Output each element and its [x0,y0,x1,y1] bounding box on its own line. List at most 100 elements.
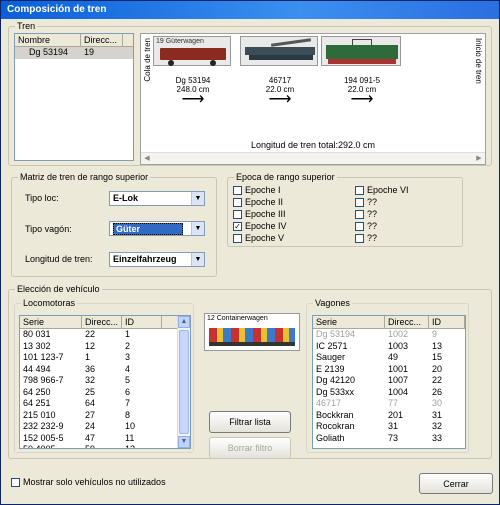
scroll-down-icon[interactable]: ▼ [178,436,190,448]
checkbox-epoche-vi[interactable]: Epoche VI [355,185,409,195]
col-id[interactable]: ID [122,316,162,328]
tipo-vagon-select[interactable]: Güter ▼ [109,221,205,236]
table-cell: 13 302 [23,340,51,351]
table-cell: 24 [85,421,96,431]
col-direcc[interactable]: Direcc... [82,316,122,328]
table-cell: 73 [388,432,399,443]
table-cell: 9 [432,329,438,339]
table-cell: 22 [432,375,443,385]
table-cell: 44 494 [23,363,51,374]
table-row[interactable]: 44 494 36 4 [20,364,190,376]
table-cell: 1004 [388,386,409,397]
table-row[interactable]: 64 250 25 6 [20,387,190,399]
table-cell: 3 [125,352,131,362]
train-car[interactable]: 194 091-5 22.0 cm ⟶ [321,36,403,108]
table-cell: 1007 [388,375,409,385]
checkbox-epoche-ii[interactable]: Epoche II [233,197,283,207]
checkbox-epoche-iii[interactable]: Epoche III [233,209,286,219]
table-row[interactable]: 101 123-7 1 3 [20,352,190,364]
table-cell: 1001 [388,363,409,374]
table-cell: 30 [432,398,443,408]
table-cell: Dg 533xx [316,386,355,397]
freight-car-image: 19 Güterwagen [153,36,231,66]
table-row[interactable]: Dg 533xx 1004 26 [313,387,465,399]
table-cell: Rocokran [316,421,355,431]
table-row[interactable]: 232 232-9 24 10 [20,421,190,433]
col-direcc[interactable]: Direcc... [385,316,429,328]
table-row[interactable]: 50 4005 59 12 [20,444,190,449]
table-cell: 12 [85,340,96,351]
table-cell: IC 2571 [316,340,348,351]
checkbox-epoche-unknown[interactable]: ?? [355,197,377,207]
checkbox-epoche-unknown[interactable]: ?? [355,233,377,243]
table-row[interactable]: Sauger 49 15 [313,352,465,364]
table-row[interactable]: IC 2571 1003 13 [313,341,465,353]
train-row[interactable]: Dg 53194 19 [15,47,133,59]
checkbox-epoche-v[interactable]: Epoche V [233,233,284,243]
train-list[interactable]: Nombre Direcc... Dg 53194 19 [14,33,134,161]
checkbox-epoche-unknown[interactable]: ?? [355,221,377,231]
train-car[interactable]: 46717 22.0 cm ⟶ [240,36,320,108]
table-cell: 1002 [388,329,409,339]
chevron-down-icon[interactable]: ▼ [191,253,204,266]
col-serie[interactable]: Serie [20,316,82,328]
table-cell: Sauger [316,352,346,362]
scroll-up-icon[interactable]: ▲ [178,316,190,328]
scroll-thumb[interactable] [179,330,189,434]
table-cell: 215 010 [23,409,56,420]
table-cell: 50 4005 [23,444,56,449]
scroll-left-icon[interactable]: ◀ [142,154,152,164]
chevron-down-icon[interactable]: ▼ [191,222,204,235]
checkbox-epoche-iv[interactable]: ✓ Epoche IV [233,221,287,231]
scroll-right-icon[interactable]: ▶ [474,154,484,164]
table-cell: 31 [432,409,443,420]
table-cell: 152 005-5 [23,432,64,443]
direction-arrow-icon[interactable]: ⟶ [153,92,233,108]
table-cell: 80 031 [23,329,51,339]
checkbox-epoche-unknown[interactable]: ?? [355,209,377,219]
locomotive-image [321,36,401,66]
loco-scrollbar[interactable]: ▲ ▼ [177,316,190,448]
table-row[interactable]: E 2139 1001 20 [313,364,465,376]
train-hscrollbar[interactable]: ◀ ▶ [141,152,485,164]
tipo-loc-label: Tipo loc: [25,193,59,203]
table-cell: 15 [432,352,443,362]
col-nombre[interactable]: Nombre [15,34,81,46]
train-total-length: Longitud de tren total:292.0 cm [250,140,376,150]
col-serie[interactable]: Serie [313,316,385,328]
table-cell: 201 [388,409,404,420]
col-id[interactable]: ID [429,316,465,328]
table-row[interactable]: Goliath 73 33 [313,433,465,445]
col-direcc[interactable]: Direcc... [81,34,123,46]
table-row[interactable]: 46717 77 30 [313,398,465,410]
locomotive-list[interactable]: Serie Direcc... ID 80 031 22 1 13 302 12 2 101… [19,315,191,449]
table-cell: 32 [85,375,96,385]
longitud-select[interactable]: Einzelfahrzeug ▼ [109,252,205,267]
table-cell: 1003 [388,340,409,351]
filtrar-lista-button[interactable]: Filtrar lista [209,411,291,433]
borrar-filtro-button[interactable]: Borrar filtro [209,437,291,459]
train-car[interactable]: 19 Güterwagen Dg 53194 248.0 cm ⟶ [153,36,233,108]
cerrar-button[interactable]: Cerrar [419,473,493,494]
tipo-loc-select[interactable]: E-Lok ▼ [109,191,205,206]
table-cell: 20 [432,363,443,374]
checkbox-epoche-i[interactable]: Epoche I [233,185,281,195]
table-row[interactable]: 13 302 12 2 [20,341,190,353]
train-composition-view[interactable]: Cola de tren Inicio de tren 19 Güterwage… [140,33,486,165]
wagon-list[interactable]: Serie Direcc... ID Dg 53194 1002 9 IC 2571 1… [312,315,466,449]
direction-arrow-icon[interactable]: ⟶ [240,92,320,108]
table-row[interactable]: 152 005-5 47 11 [20,433,190,445]
table-row[interactable]: 798 966-7 32 5 [20,375,190,387]
table-row[interactable]: 215 010 27 8 [20,410,190,422]
table-row[interactable]: Dg 42120 1007 22 [313,375,465,387]
unused-only-checkbox[interactable]: Mostrar solo vehículos no utilizados [11,477,166,487]
epoca-group-label: Epoca de rango superior [234,172,337,182]
table-row[interactable]: 80 031 22 1 [20,329,190,341]
table-row[interactable]: Rocokran 31 32 [313,421,465,433]
chevron-down-icon[interactable]: ▼ [191,192,204,205]
direction-arrow-icon[interactable]: ⟶ [321,92,403,108]
table-row[interactable]: 64 251 64 7 [20,398,190,410]
table-row[interactable]: Bockkran 201 31 [313,410,465,422]
table-row[interactable]: Dg 53194 1002 9 [313,329,465,341]
table-cell: 77 [388,398,399,408]
